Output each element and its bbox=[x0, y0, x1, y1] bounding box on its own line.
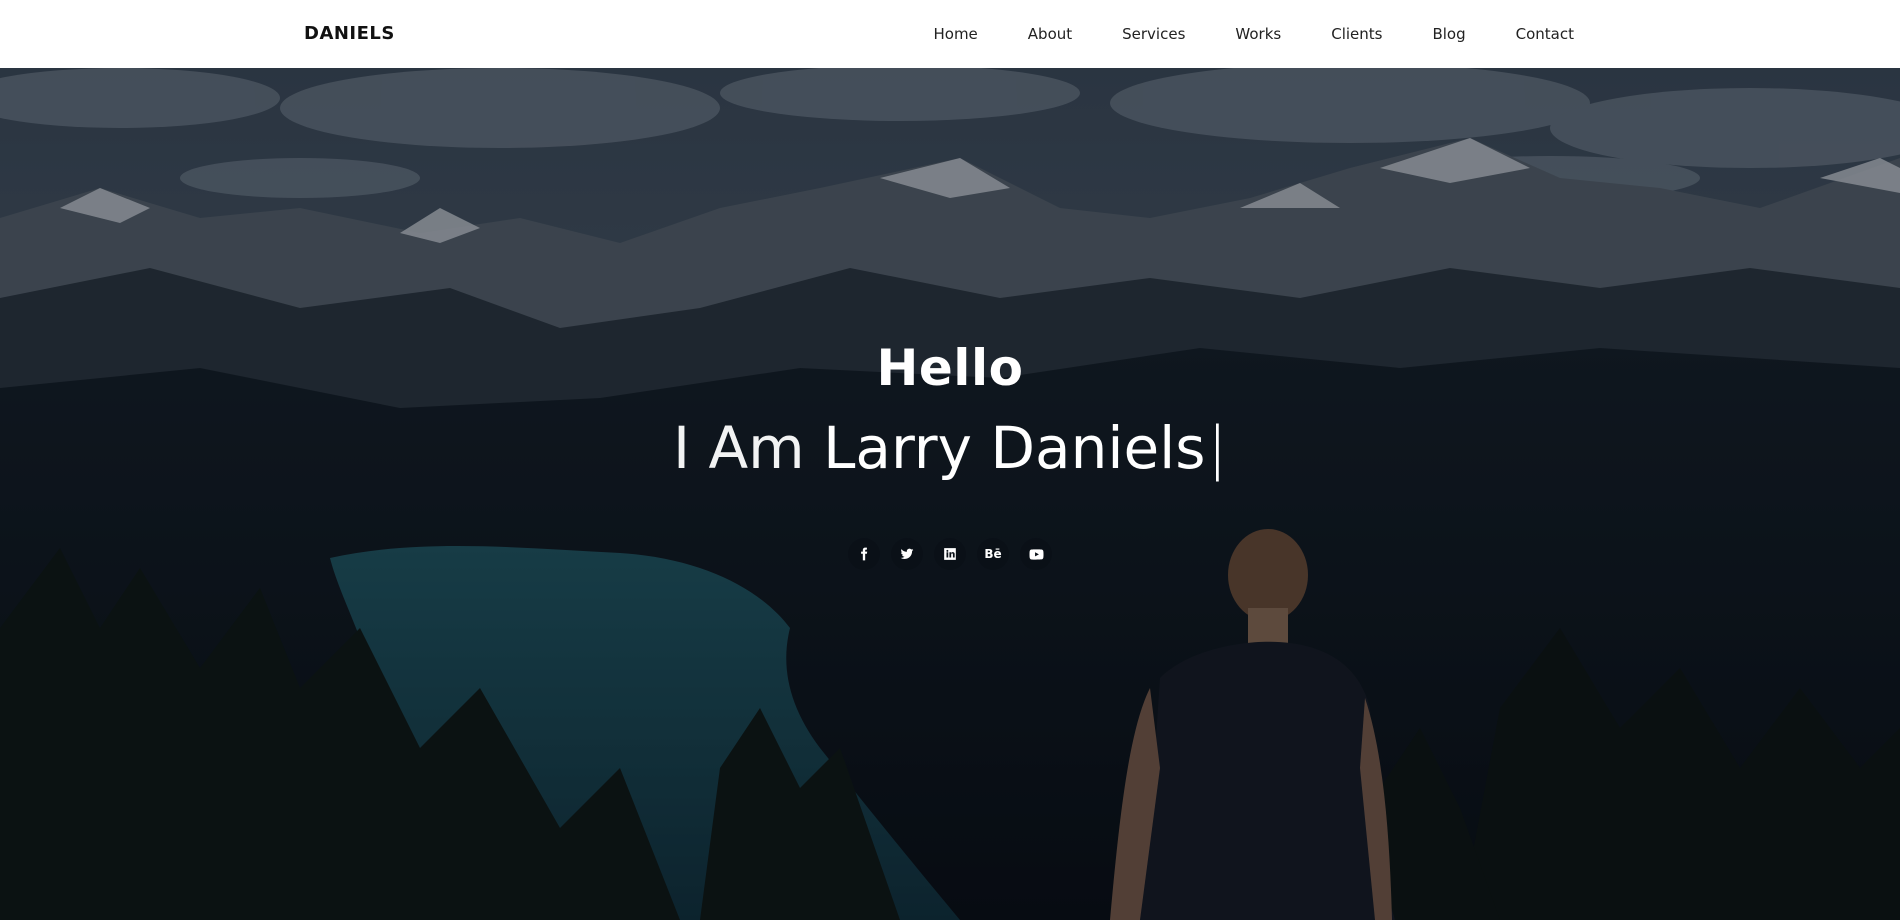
twitter-icon bbox=[900, 548, 914, 560]
nav-item-works[interactable]: Works bbox=[1235, 25, 1281, 43]
typing-cursor: | bbox=[1207, 414, 1228, 482]
linkedin-link[interactable] bbox=[934, 538, 966, 570]
top-navbar: DANIELS Home About Services Works Client… bbox=[0, 0, 1900, 68]
main-nav-menu: Home About Services Works Clients Blog C… bbox=[933, 25, 1574, 43]
nav-item-blog[interactable]: Blog bbox=[1432, 25, 1465, 43]
youtube-link[interactable] bbox=[1020, 538, 1052, 570]
social-links: Bē bbox=[0, 538, 1900, 570]
brand-logo[interactable]: DANIELS bbox=[304, 23, 395, 44]
hero-section: Hello I Am Larry Daniels| Bē bbox=[0, 68, 1900, 920]
hero-greeting: Hello bbox=[876, 339, 1024, 397]
behance-icon: Bē bbox=[984, 547, 1002, 561]
linkedin-icon bbox=[944, 548, 956, 560]
nav-item-services[interactable]: Services bbox=[1122, 25, 1185, 43]
nav-item-clients[interactable]: Clients bbox=[1331, 25, 1382, 43]
hero-name: Larry Daniels bbox=[823, 414, 1206, 482]
hero-intro-prefix: I Am bbox=[672, 414, 824, 482]
nav-item-contact[interactable]: Contact bbox=[1516, 25, 1574, 43]
twitter-link[interactable] bbox=[891, 538, 923, 570]
hero-headline-block: Hello I Am Larry Daniels| bbox=[0, 338, 1900, 482]
nav-item-about[interactable]: About bbox=[1028, 25, 1072, 43]
hero-dark-overlay bbox=[0, 68, 1900, 920]
hero-intro-line: I Am Larry Daniels| bbox=[0, 414, 1900, 482]
nav-item-home[interactable]: Home bbox=[933, 25, 977, 43]
facebook-icon bbox=[861, 547, 868, 561]
youtube-icon bbox=[1029, 548, 1043, 560]
behance-link[interactable]: Bē bbox=[977, 538, 1009, 570]
facebook-link[interactable] bbox=[848, 538, 880, 570]
